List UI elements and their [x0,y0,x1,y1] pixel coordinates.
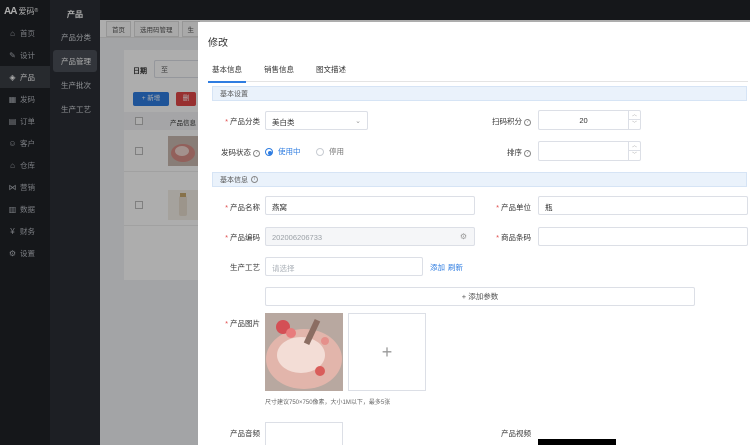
add-parameter-button[interactable]: + 添加参数 [265,287,695,306]
help-icon: ? [524,118,531,126]
info-icon: i [251,176,258,183]
barcode-input[interactable] [538,227,748,246]
product-code-value: 202006206733 [272,233,323,242]
upload-audio-button[interactable] [265,422,343,445]
image-size-hint: 尺寸建议750×750像素，大小1M以下，最多5张 [265,400,391,406]
decrement-icon[interactable]: ﹀ [629,151,640,160]
radio-dot-icon [265,147,273,156]
section-title: 基本信息 [220,176,248,184]
section-title: 基本设置 [220,90,248,98]
barcode-label: * 商品条码 [496,233,531,242]
status-radio-active[interactable]: 使用中 [265,146,301,157]
product-name-input[interactable]: 燕窝 [265,196,475,215]
help-icon: ? [253,149,260,157]
product-name-label: * 产品名称 [225,203,260,212]
refresh-process-link[interactable]: 刷新 [448,262,463,273]
product-code-label: * 产品编码 [225,233,260,242]
help-icon: ? [524,149,531,157]
plus-icon: + [381,341,393,362]
edit-product-drawer: 修改 基本信息 销售信息 图文描述 基本设置 * 产品分类 美白类 ⌄ 扫码积分?… [198,22,750,445]
add-process-link[interactable]: 添加 [430,262,445,273]
tab-sales-info[interactable]: 销售信息 [264,60,294,82]
upload-image-button[interactable]: + [348,313,426,391]
category-value: 美白类 [272,118,295,127]
section-basic-info: 基本信息 i [212,172,747,187]
drawer-title: 修改 [208,38,228,49]
scan-points-value: 20 [579,116,588,125]
product-code-input: 202006206733 ⚙ [265,227,475,246]
process-select[interactable]: 请选择 [265,257,423,276]
product-image-label: * 产品图片 [225,319,260,328]
status-radio-disabled[interactable]: 停用 [316,146,344,157]
code-status-label: 发码状态? [218,147,260,158]
radio-dot-icon [316,147,324,156]
decrement-icon[interactable]: ﹀ [629,120,640,129]
scan-points-stepper[interactable]: 20 ︿ ﹀ [538,110,641,130]
category-select[interactable]: 美白类 ⌄ [265,111,368,130]
gear-icon[interactable]: ⚙ [460,232,467,241]
process-label: 生产工艺 [230,263,260,272]
chevron-down-icon: ⌄ [355,118,361,125]
sort-label: 排序? [483,147,531,158]
sort-stepper[interactable]: ︿ ﹀ [538,141,641,161]
increment-icon[interactable]: ︿ [629,111,640,120]
tab-rich-description[interactable]: 图文描述 [316,60,346,82]
product-image-preview[interactable] [265,313,343,391]
product-video-label: 产品视频 [501,429,531,438]
section-basic-settings: 基本设置 [212,86,747,101]
category-label: * 产品分类 [225,117,260,126]
product-video-preview[interactable] [538,439,616,445]
product-audio-label: 产品音频 [230,429,260,438]
tab-basic-info[interactable]: 基本信息 [208,60,246,83]
product-unit-label: * 产品单位 [496,203,531,212]
scan-points-label: 扫码积分? [483,116,531,127]
drawer-tabs: 基本信息 销售信息 图文描述 [208,60,748,83]
increment-icon[interactable]: ︿ [629,142,640,151]
product-unit-input[interactable]: 瓶 [538,196,748,215]
